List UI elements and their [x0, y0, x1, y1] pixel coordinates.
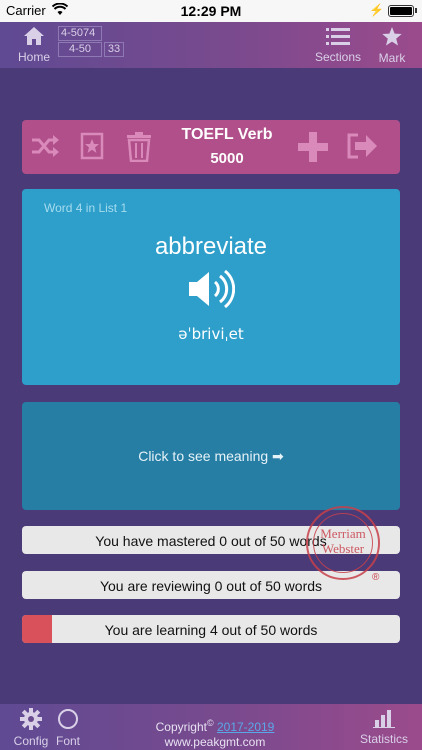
- range-start: 4-5074: [58, 26, 102, 41]
- star-box-icon[interactable]: [78, 132, 106, 165]
- word-card[interactable]: Word 4 in List 1 abbreviate əˈbriviˌet: [22, 189, 400, 385]
- charging-icon: ⚡: [369, 3, 384, 17]
- exit-icon[interactable]: [346, 132, 378, 165]
- copyright-years-link[interactable]: 2017-2019: [217, 720, 274, 734]
- status-time: 12:29 PM: [180, 3, 242, 19]
- mark-button[interactable]: Mark: [372, 26, 412, 65]
- font-label: Font: [55, 734, 80, 748]
- reviewing-text: You are reviewing 0 out of 50 words: [99, 578, 323, 594]
- word-text: abbreviate: [154, 233, 268, 260]
- home-button[interactable]: Home: [14, 26, 54, 64]
- home-icon: [23, 27, 45, 49]
- stamp-line2: Webster: [321, 541, 365, 556]
- trash-icon[interactable]: [126, 132, 152, 167]
- list-toolbar: TOEFL Verb 5000: [22, 120, 400, 174]
- config-button[interactable]: Config: [10, 708, 52, 748]
- see-meaning-prompt: Click to see meaning ➡: [138, 448, 284, 464]
- range-sub: 4-50: [58, 42, 102, 57]
- stamp-line1: Merriam: [320, 526, 366, 541]
- range-selector[interactable]: 4-5074 4-50 33: [58, 26, 124, 58]
- bar-chart-icon: [373, 710, 395, 731]
- sections-button[interactable]: Sections: [310, 26, 366, 64]
- circle-icon: [57, 709, 79, 733]
- mark-label: Mark: [378, 51, 406, 65]
- font-button[interactable]: Font: [50, 708, 86, 748]
- star-icon: [381, 27, 403, 50]
- copyright-prefix: Copyright: [155, 720, 207, 734]
- statistics-button[interactable]: Statistics: [356, 708, 412, 746]
- status-bar: Carrier 12:29 PM ⚡: [0, 0, 422, 22]
- range-count: 33: [104, 42, 124, 57]
- sections-label: Sections: [314, 50, 362, 64]
- battery-tip: [415, 8, 417, 13]
- word-position-label: Word 4 in List 1: [44, 201, 128, 215]
- statistics-label: Statistics: [359, 732, 408, 746]
- battery-icon: [388, 5, 414, 17]
- merriam-webster-stamp: Merriam Webster: [306, 506, 380, 580]
- home-label: Home: [17, 50, 50, 64]
- copyright-block: Copyright© 2017-2019 www.peakgmt.com: [120, 716, 310, 750]
- pronunciation-text: əˈbriviˌet: [178, 325, 244, 343]
- copyright-symbol: ©: [206, 718, 214, 728]
- plus-icon[interactable]: [298, 132, 328, 167]
- shuffle-icon[interactable]: [30, 132, 60, 165]
- top-nav: Home 4-5074 4-50 33 Sections Mark: [0, 22, 422, 68]
- speaker-icon[interactable]: [187, 269, 236, 314]
- list-count: 5000: [210, 150, 244, 167]
- meaning-card[interactable]: Click to see meaning ➡: [22, 402, 400, 510]
- gear-icon: [20, 708, 42, 733]
- website-link[interactable]: www.peakgmt.com: [120, 735, 310, 750]
- stamp-registered-mark: ®: [372, 572, 380, 583]
- list-title: TOEFL Verb: [181, 126, 273, 143]
- bottom-bar: Config Font Copyright© 2017-2019 www.pea…: [0, 704, 422, 750]
- list-icon: [326, 28, 350, 49]
- learning-text: You are learning 4 out of 50 words: [104, 622, 318, 638]
- learning-progress-bar[interactable]: You are learning 4 out of 50 words: [22, 615, 400, 643]
- config-label: Config: [13, 734, 49, 748]
